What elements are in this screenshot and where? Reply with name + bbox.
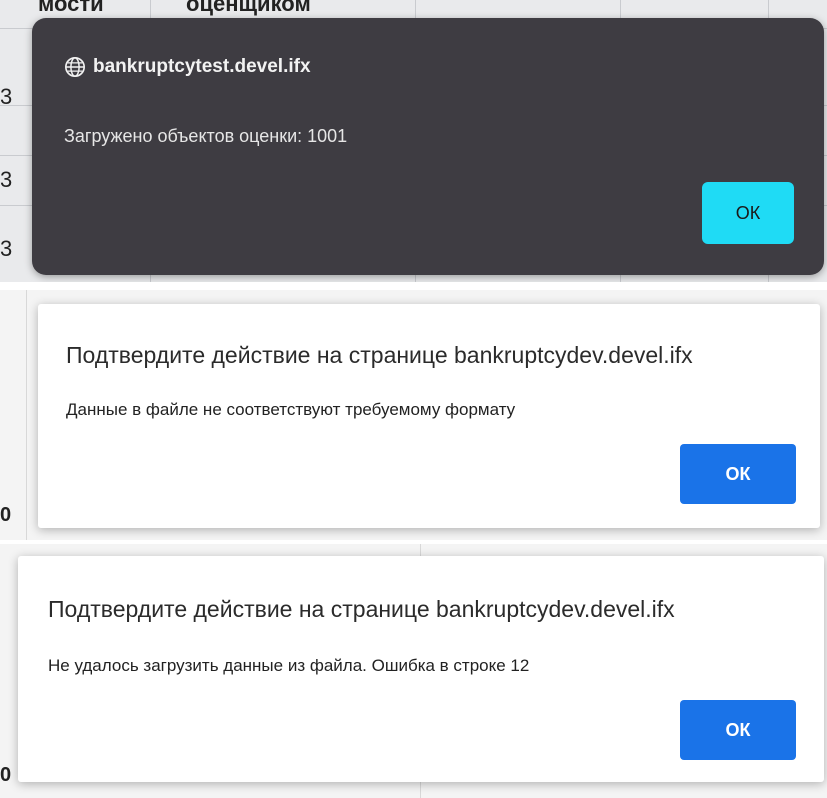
table-cell: 0 bbox=[0, 504, 12, 526]
table-cell: 3 bbox=[0, 167, 13, 192]
dialog-message: Не удалось загрузить данные из файла. Ош… bbox=[48, 656, 530, 675]
dialog-title: Подтвердите действие на странице bankrup… bbox=[48, 596, 675, 622]
table-header-cell: оценщиком bbox=[186, 0, 311, 16]
alert-message: Загружено объектов оценки: 1001 bbox=[64, 126, 348, 146]
ok-button[interactable]: ОК bbox=[702, 182, 794, 244]
confirm-dialog: Подтвердите действие на странице bankrup… bbox=[38, 304, 820, 528]
dialog-message: Данные в файле не соответствуют требуемо… bbox=[66, 400, 516, 419]
confirm-dialog: Подтвердите действие на странице bankrup… bbox=[18, 556, 824, 782]
ok-button[interactable]: ОК bbox=[680, 444, 796, 504]
globe-icon bbox=[65, 57, 85, 77]
confirm-panel-row-error: 0 Подтвердите действие на странице bankr… bbox=[0, 544, 827, 798]
alert-panel-dark: мости оценщиком 3 3 3 bankruptcytest.dev… bbox=[0, 0, 827, 282]
table-cell: 3 bbox=[0, 236, 13, 261]
ok-button[interactable]: ОК bbox=[680, 700, 796, 760]
table-divider bbox=[26, 290, 27, 540]
table-header-cell: мости bbox=[38, 0, 104, 16]
alert-origin-host: bankruptcytest.devel.ifx bbox=[93, 56, 311, 77]
table-cell: 3 bbox=[0, 84, 13, 109]
dialog-title: Подтвердите действие на странице bankrup… bbox=[66, 342, 693, 368]
alert-origin: bankruptcytest.devel.ifx bbox=[64, 56, 311, 78]
confirm-panel-format: 0 Подтвердите действие на странице bankr… bbox=[0, 290, 827, 540]
alert-dialog: bankruptcytest.devel.ifx Загружено объек… bbox=[32, 18, 824, 275]
table-cell: 0 bbox=[0, 764, 12, 786]
